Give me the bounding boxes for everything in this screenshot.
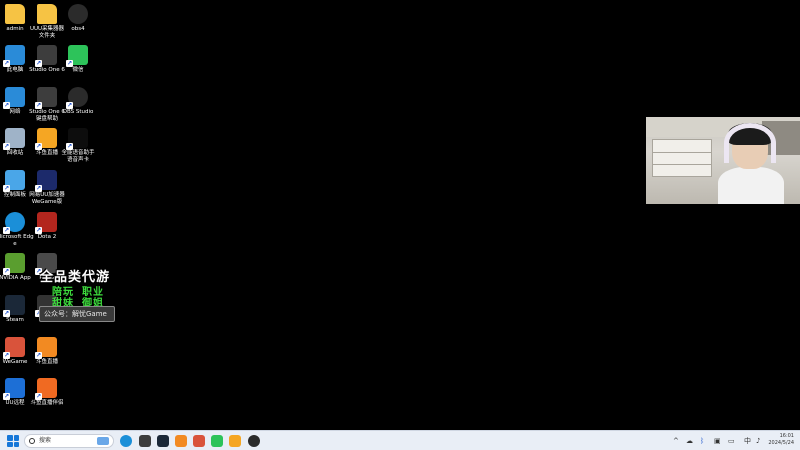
overlay-badge: 公众号：解忧Game — [39, 306, 115, 322]
obs-icon — [68, 4, 88, 24]
tray-chevron-icon[interactable]: ^ — [673, 435, 679, 447]
search-highlight-icon — [97, 437, 109, 445]
webcam-feed — [646, 117, 800, 204]
shortcut-arrow-icon: ↗ — [3, 59, 10, 67]
tray-app-icon[interactable]: ▣ — [714, 435, 721, 447]
folder-icon — [37, 4, 57, 24]
shortcut-arrow-icon: ↗ — [66, 142, 73, 150]
shortcut-arrow-icon: ↗ — [35, 392, 42, 400]
shortcut-arrow-icon: ↗ — [3, 101, 10, 109]
shortcut-arrow-icon: ↗ — [3, 267, 10, 275]
studio-one-icon: ↗ — [35, 45, 57, 67]
speaker-icon[interactable]: ♪ — [756, 435, 760, 447]
start-logo-tile — [7, 435, 13, 441]
tray-display-icon[interactable]: ▭ — [728, 435, 735, 447]
shortcut-arrow-icon: ↗ — [35, 59, 42, 67]
desktop-icon[interactable]: ↗ OBS Studio — [59, 87, 97, 127]
shortcut-arrow-icon: ↗ — [3, 142, 10, 150]
desktop-icon[interactable]: ↗ 全能语音助手 语音声卡 — [59, 128, 97, 168]
wegame-taskbar-icon[interactable] — [193, 435, 205, 447]
douyu-icon: ↗ — [35, 337, 57, 359]
start-logo-tile — [13, 441, 19, 447]
dota2-icon: ↗ — [35, 212, 57, 234]
clock-date: 2024/5/24 — [768, 440, 794, 446]
obs-icon: ↗ — [66, 87, 88, 109]
edge-taskbar-icon[interactable] — [120, 435, 132, 447]
webcam-person-body — [718, 167, 784, 204]
nvidia-icon: ↗ — [3, 253, 25, 275]
desktop-icon[interactable]: ↗ Dota 2 — [28, 212, 66, 252]
shortcut-arrow-icon: ↗ — [35, 226, 42, 234]
steam-taskbar-icon[interactable] — [157, 435, 169, 447]
search-placeholder: 搜索 — [39, 437, 52, 444]
shortcut-arrow-icon: ↗ — [66, 101, 73, 109]
tray-cloud-icon[interactable]: ☁ — [686, 435, 693, 447]
webcam-headphone — [724, 123, 776, 163]
shortcut-arrow-icon: ↗ — [35, 351, 42, 359]
start-button[interactable] — [7, 435, 19, 447]
desktop-icon[interactable]: ↗ 网易UU加速器 WeGame版 — [28, 170, 66, 210]
shortcut-arrow-icon: ↗ — [3, 226, 10, 234]
webcam-shelf-line — [652, 164, 712, 165]
douyu-taskbar-icon[interactable] — [175, 435, 187, 447]
desktop-icon-label: 斗鱼直播 — [35, 359, 58, 365]
studio-one-icon: ↗ — [35, 87, 57, 109]
obs-taskbar-icon[interactable] — [248, 435, 260, 447]
douyu-live-taskbar-icon[interactable] — [229, 435, 241, 447]
uu-remote-icon: ↗ — [3, 378, 25, 400]
douyu-icon: ↗ — [35, 128, 57, 150]
shortcut-arrow-icon: ↗ — [3, 309, 10, 317]
clock-time: 16:01 — [779, 433, 794, 439]
desktop-icon-label: 全能语音助手 语音声卡 — [61, 150, 95, 163]
shortcut-arrow-icon: ↗ — [3, 184, 10, 192]
taskbar: 搜索 ^ ☁ ᛒ ▣ ▭ 中 ♪ 16:01 2024/5/24 — [0, 430, 800, 450]
desktop-icon-label: 斗鱼直播伴侣 — [30, 400, 64, 406]
webcam-shelf-line — [652, 152, 712, 153]
app-icon: ↗ — [66, 128, 88, 150]
shortcut-arrow-icon: ↗ — [3, 392, 10, 400]
studio-one-taskbar-icon[interactable] — [139, 435, 151, 447]
search-icon — [29, 438, 35, 444]
desktop-icon-label: 网易UU加速器 WeGame版 — [29, 192, 65, 205]
shortcut-arrow-icon: ↗ — [66, 59, 73, 67]
desktop-icon-label: 微信 — [72, 67, 84, 73]
shortcut-arrow-icon: ↗ — [35, 101, 42, 109]
steam-icon: ↗ — [3, 295, 25, 317]
wegame-icon: ↗ — [3, 337, 25, 359]
shortcut-arrow-icon: ↗ — [35, 142, 42, 150]
webcam-shelf — [652, 139, 712, 177]
shortcut-arrow-icon: ↗ — [35, 184, 42, 192]
start-logo-tile — [13, 435, 19, 441]
douyu-companion-icon: ↗ — [35, 378, 57, 400]
wechat-taskbar-icon[interactable] — [211, 435, 223, 447]
desktop-icon[interactable]: ↗ 斗鱼直播 — [28, 337, 66, 377]
taskbar-search[interactable]: 搜索 — [24, 434, 114, 448]
input-method-indicator[interactable]: 中 — [744, 435, 751, 447]
edge-icon: ↗ — [3, 212, 25, 234]
start-logo-tile — [7, 441, 13, 447]
taskbar-clock[interactable]: 16:01 2024/5/24 — [764, 433, 794, 449]
shortcut-arrow-icon: ↗ — [3, 351, 10, 359]
network-icon: ↗ — [3, 87, 25, 109]
wechat-icon: ↗ — [66, 45, 88, 67]
folder-icon — [5, 4, 25, 24]
uu-icon: ↗ — [35, 170, 57, 192]
tray-bluetooth-icon[interactable]: ᛒ — [700, 435, 704, 447]
desktop-icon[interactable]: ↗ 微信 — [59, 45, 97, 85]
recycle-bin-icon: ↗ — [3, 128, 25, 150]
control-panel-icon: ↗ — [3, 170, 25, 192]
desktop-icon-label: Dota 2 — [37, 234, 57, 240]
desktop-icon[interactable]: obs4 — [59, 4, 97, 44]
desktop-icon[interactable]: ↗ 斗鱼直播伴侣 — [28, 378, 66, 418]
desktop-icon-label: OBS Studio — [62, 109, 94, 115]
desktop-icon-label: obs4 — [71, 26, 85, 32]
computer-icon: ↗ — [3, 45, 25, 67]
